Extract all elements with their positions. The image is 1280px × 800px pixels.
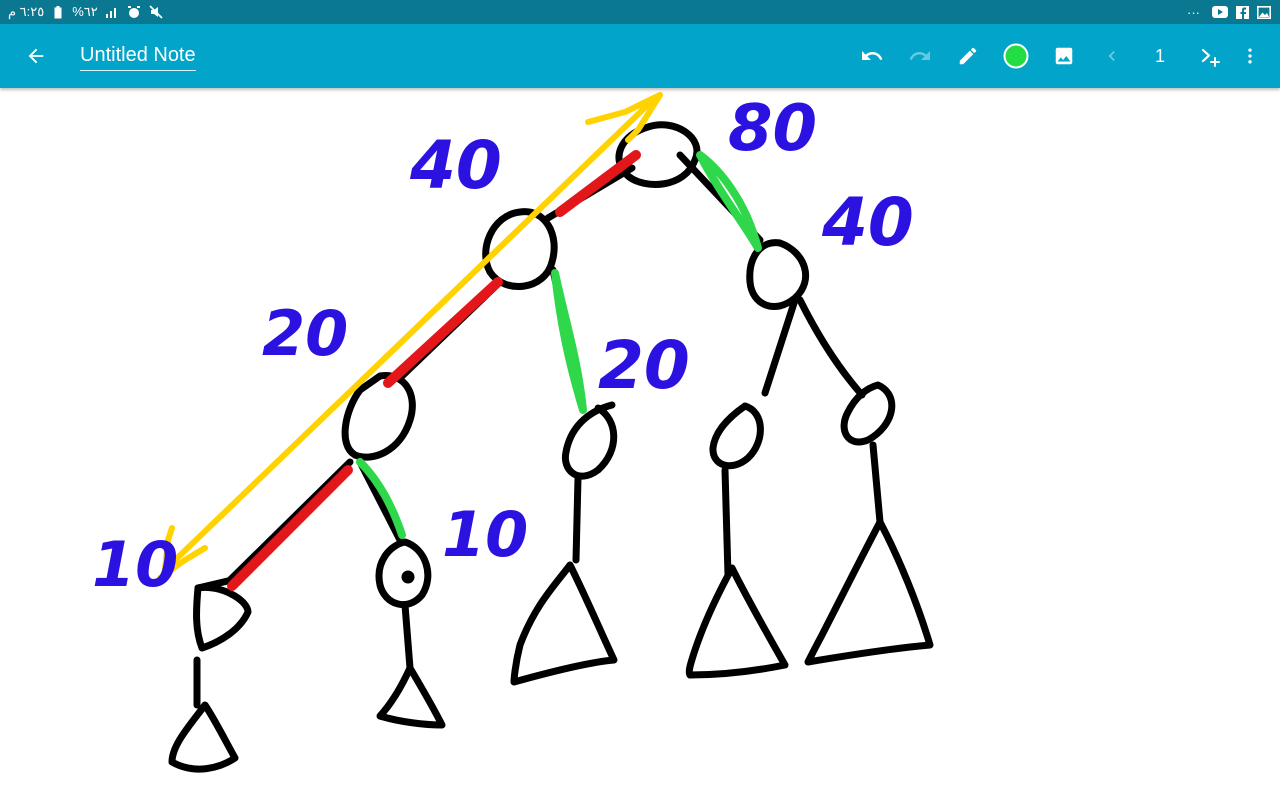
more-vert-icon — [1248, 48, 1252, 64]
subtree-stem — [869, 441, 884, 526]
subtree-triangle — [804, 518, 934, 666]
subtree-stem — [572, 474, 582, 564]
arrow-left-icon — [28, 48, 44, 64]
tree-node-dot — [401, 570, 415, 584]
drawing-canvas[interactable]: 80 40 40 20 20 10 10 — [0, 88, 1280, 800]
label-root-left: 40 — [409, 127, 502, 204]
add-page-button[interactable] — [1188, 24, 1232, 88]
tree-node-right — [746, 239, 810, 311]
insert-image-button[interactable] — [1042, 24, 1086, 88]
chevron-left-icon — [1108, 51, 1115, 61]
tree-edge — [796, 296, 866, 399]
tree-edge — [194, 576, 236, 592]
label-root-right: 80 — [728, 92, 817, 166]
tree-edge — [761, 296, 799, 397]
undo-button[interactable] — [850, 24, 894, 88]
tree-sketch — [168, 121, 934, 773]
note-title[interactable]: Untitled Note — [80, 44, 196, 71]
status-time: ٦:٢٥ م — [8, 4, 45, 19]
gallery-icon — [1256, 4, 1272, 20]
tree-node-rr — [840, 381, 896, 446]
label-ll-right: 10 — [442, 498, 528, 571]
mute-icon — [148, 4, 164, 20]
add-page-icon — [1201, 48, 1220, 67]
undo-icon — [862, 51, 883, 60]
green-stroke — [551, 269, 587, 414]
app-toolbar: Untitled Note 1 — [0, 24, 1280, 88]
image-icon — [1055, 47, 1073, 65]
red-stroke — [383, 277, 503, 388]
previous-page-button[interactable] — [1090, 24, 1134, 88]
pen-tool-button[interactable] — [946, 24, 990, 88]
color-picker-button[interactable] — [994, 24, 1038, 88]
green-stroke — [696, 151, 762, 252]
tree-node-lll — [193, 583, 252, 652]
battery-icon — [50, 4, 66, 20]
tree-node-rl — [709, 402, 764, 470]
back-button[interactable] — [14, 24, 58, 88]
redo-icon — [909, 51, 930, 60]
subtree-triangle — [168, 701, 239, 773]
redo-button[interactable] — [898, 24, 942, 88]
label-ll-left: 10 — [92, 528, 178, 601]
pencil-icon — [959, 47, 977, 65]
subtree-triangle — [376, 664, 446, 729]
status-right: ··· — [1187, 3, 1272, 21]
status-overflow: ··· — [1187, 4, 1200, 20]
youtube-icon — [1212, 4, 1228, 20]
label-right-child: 40 — [821, 184, 914, 261]
page-number: 1 — [1154, 45, 1165, 66]
battery-percent: %٦٢ — [72, 4, 98, 19]
subtree-triangle — [510, 561, 618, 686]
signal-icon — [104, 4, 120, 20]
status-left: ٦:٢٥ م %٦٢ — [8, 3, 164, 21]
tree-node-lr — [561, 401, 618, 480]
subtree-triangle — [685, 564, 789, 679]
facebook-icon — [1234, 4, 1250, 20]
overflow-menu-button[interactable] — [1228, 24, 1272, 88]
label-left-left: 20 — [262, 297, 348, 370]
color-swatch-icon — [1003, 43, 1029, 69]
label-left-right: 20 — [598, 327, 690, 404]
alarm-icon — [126, 4, 142, 20]
subtree-stem — [401, 601, 414, 672]
status-bar: ٦:٢٥ م %٦٢ ··· — [0, 0, 1280, 24]
subtree-stem — [721, 466, 732, 579]
red-stroke — [555, 150, 641, 217]
